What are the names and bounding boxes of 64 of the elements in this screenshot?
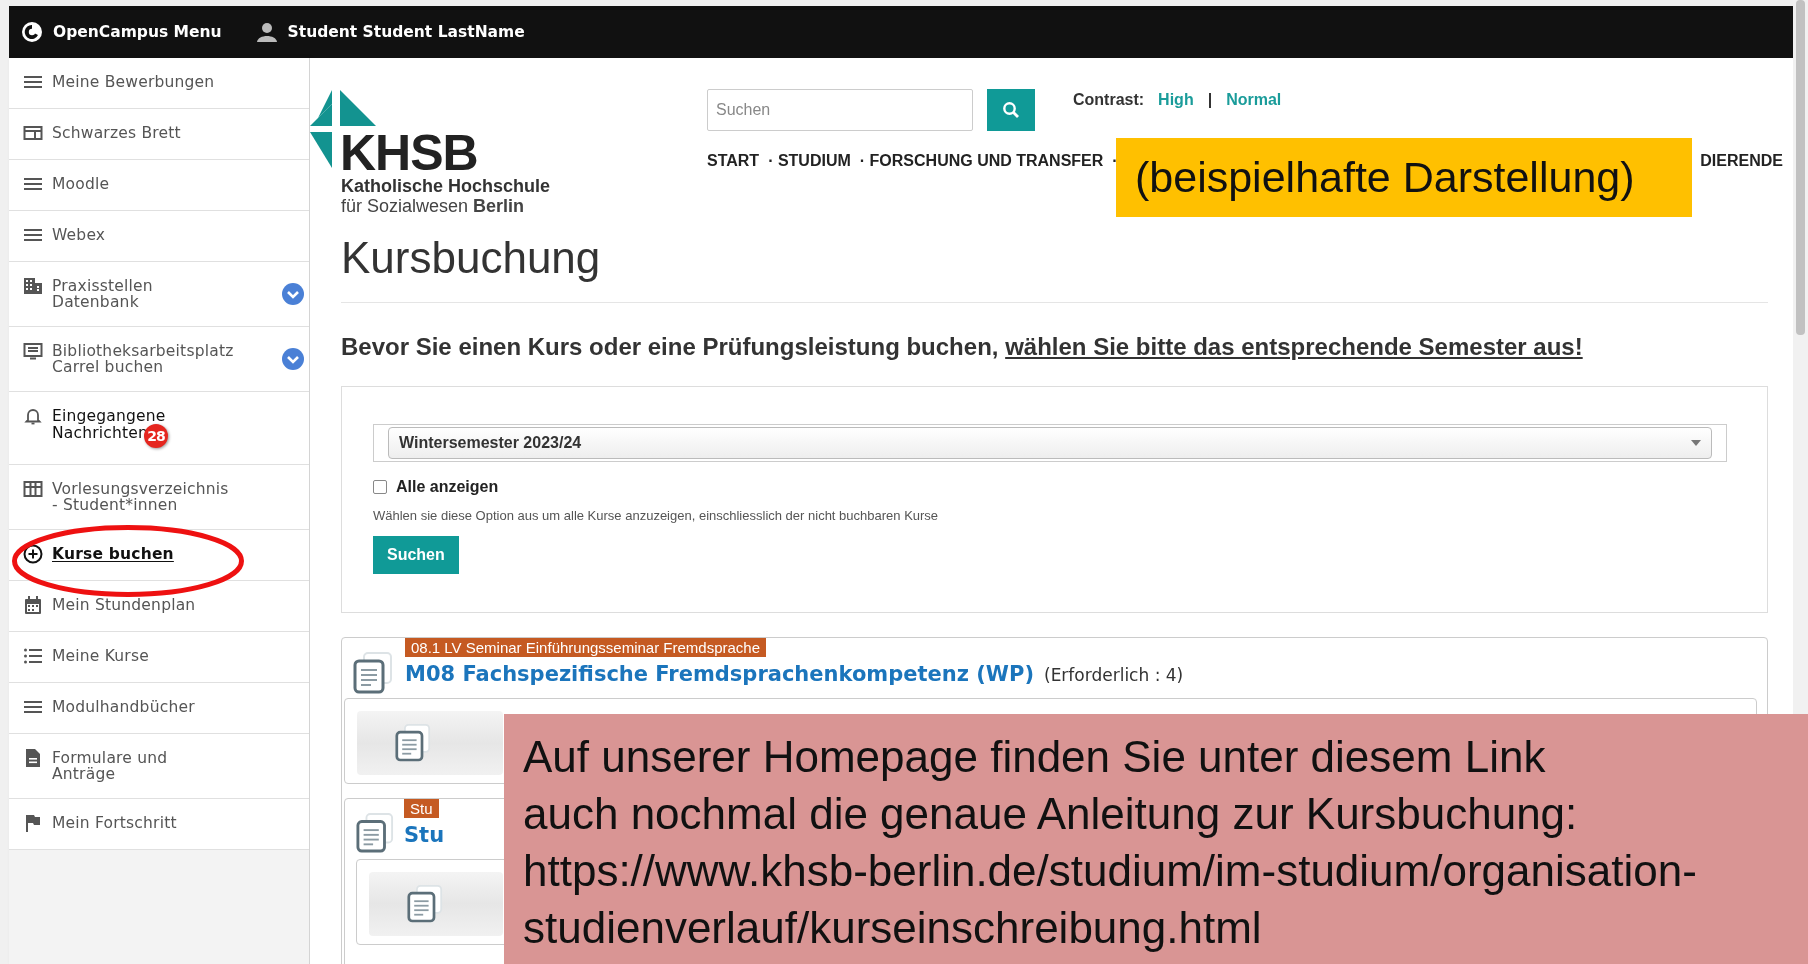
document-stack-icon [395,724,431,762]
nav-link[interactable]: START [707,152,760,170]
sidebar-item[interactable]: Vorlesungsverzeichnis - Student*innen [9,465,309,530]
course-tag: 08.1 LV Seminar Einführungsseminar Fremdsprache [405,638,767,657]
grid-icon [23,479,43,499]
logo-text: KHSB [340,128,478,178]
user-icon [255,21,278,43]
required-note: (Erforderlich : 4) [1044,665,1184,685]
logo-subtitle: Katholische Hochschule [341,176,551,197]
calendar-icon [23,595,43,615]
sidebar-item[interactable]: Meine Kurse [9,632,309,683]
entry-row[interactable] [369,872,503,936]
campus-logo-icon [21,21,43,43]
monitor-icon [23,341,43,361]
sidebar-item[interactable]: Modulhandbücher [9,683,309,734]
sidebar-item[interactable]: Meine Bewerbungen [9,58,309,109]
plus-circle-icon [23,544,43,564]
sidebar-item[interactable]: Bibliotheksarbeitsplatz Carrel buchen [9,327,309,392]
hint-text: Wählen sie diese Option aus um alle Kurse anzuzeigen, einschliesslich der nicht buchbaren Kurse [373,508,940,523]
sidebar-item[interactable]: Eingegangene Nachrichten28 [9,392,309,465]
sidebar-item[interactable]: Mein Fortschritt [9,799,309,850]
search-button[interactable] [987,89,1035,131]
sidebar-item[interactable]: Praxisstellen Datenbank [9,262,309,327]
menu-button[interactable]: OpenCampus Menu [21,21,222,43]
building-icon [23,276,43,296]
board-icon [23,123,43,143]
user-button[interactable]: Student Student LastName [255,21,525,43]
sidebar-item[interactable]: Formulare und Anträge [9,734,309,799]
sidebar-item[interactable]: Kurse buchen [9,530,309,581]
nav-link[interactable]: · STUDIUM [768,152,851,170]
module-tag: Stu [404,799,439,818]
entry-row[interactable] [357,711,503,775]
sidebar-item[interactable]: Schwarzes Brett [9,109,309,160]
bell-icon [23,406,43,426]
checkbox[interactable] [373,480,387,494]
checkbox-label: Alle anzeigen [396,478,499,496]
sidebar-item[interactable]: Mein Stundenplan [9,581,309,632]
search-icon [1002,101,1020,119]
logo-subtitle: für Sozialwesen Berlin [341,196,525,217]
nav-link[interactable]: · [1112,152,1118,170]
sidebar-item[interactable]: Webex [9,211,309,262]
sidebar-item[interactable]: Moodle [9,160,309,211]
document-stack-icon [407,885,443,923]
nav-link[interactable]: DIERENDE [1700,152,1783,170]
chevron-down-icon[interactable] [282,348,304,370]
chevron-down-icon[interactable] [282,283,304,305]
nav-link[interactable]: · FORSCHUNG UND TRANSFER [859,152,1104,170]
intro-text: Bevor Sie einen Kurs oder eine Prüfungsleistung buchen, wählen Sie bitte das entsprechende Semester aus! [341,332,1584,362]
document-stack-icon [356,813,394,853]
flag-icon [23,813,43,833]
contrast-label: Contrast: [1073,91,1145,109]
caret-icon [1691,440,1701,446]
document-icon [23,748,43,768]
semester-dropdown[interactable]: Wintersemester 2023/24 [388,427,1712,459]
module-title-link[interactable]: Stu [404,823,445,847]
document-stack-icon [353,652,393,694]
search-field[interactable]: Suchen [707,89,973,131]
page-title: Kursbuchung [341,230,1768,303]
list-icon [23,646,43,666]
course-title-link[interactable]: M08 Fachspezifische Fremdsprachenkompetenz (WP) [405,662,1034,686]
separator: | [1207,91,1213,109]
annotation-label: (beispielhafte Darstellung) [1116,138,1692,217]
annotation-note: Auf unserer Homepage finden Sie unter diesem Link auch nochmal die genaue Anleitung zur Kursbuchung: https://www.khsb-berlin.de/studium/im-studium/organisation- studienverlauf/kurseinschreibung.html [504,714,1808,964]
semester-link[interactable]: wählen Sie bitte das entsprechende Semester aus! [1005,333,1583,360]
